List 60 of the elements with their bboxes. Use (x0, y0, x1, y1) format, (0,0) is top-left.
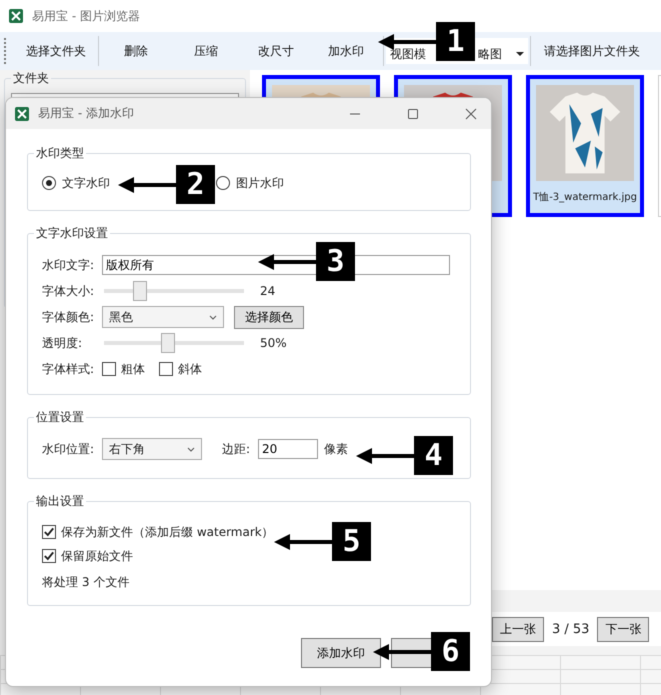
thumbnail-card[interactable]: T恤-3_watermark.jpg (526, 75, 644, 217)
add-watermark-button[interactable]: 添加水印 (301, 638, 381, 668)
choose-color-button[interactable]: 选择颜色 (234, 306, 304, 328)
field-label: 字体大小: (42, 282, 96, 300)
dialog-title: 易用宝 - 添加水印 (38, 105, 134, 122)
field-label: 字体颜色: (42, 308, 96, 326)
callout-number: 4 (414, 436, 453, 475)
radio-option[interactable]: 图片水印 (216, 174, 284, 192)
radio-option[interactable]: 文字水印 (42, 174, 110, 192)
field-label: 字体样式: (42, 360, 96, 378)
toolbar-button[interactable]: 压缩 (171, 36, 241, 66)
field-label: 透明度: (42, 334, 84, 352)
position-dropdown[interactable]: 右下角 (102, 438, 202, 460)
slider-thumb[interactable] (161, 333, 175, 353)
callout-number: 3 (316, 242, 355, 281)
unit-label: 像素 (324, 440, 348, 458)
field-label: 边距: (222, 440, 250, 458)
arrow (356, 446, 414, 466)
toolbar-button[interactable]: 加水印 (311, 36, 381, 66)
spreadsheet-icon (14, 106, 30, 122)
callout-number: 6 (431, 632, 470, 671)
checkmark-icon (43, 550, 55, 562)
field-label: 水印文字: (42, 256, 96, 274)
group-title: 水印类型 (34, 145, 86, 161)
group-title: 文字水印设置 (34, 225, 110, 241)
checkmark-icon (43, 526, 55, 538)
checkbox-option[interactable]: 粗体 (102, 360, 145, 378)
checkbox-option[interactable]: 斜体 (159, 360, 202, 378)
slider-thumb[interactable] (133, 281, 147, 301)
next-button[interactable]: 下一张 (597, 616, 650, 642)
arrow (258, 252, 316, 272)
toolbar-button[interactable]: 选择文件夹 (16, 36, 96, 66)
arrow (373, 642, 431, 662)
window-title: 易用宝 - 图片浏览器 (32, 8, 140, 24)
margin-field[interactable]: 20 (258, 439, 318, 459)
maximize-icon[interactable] (407, 108, 419, 120)
callout-number: 5 (332, 522, 371, 561)
color-dropdown[interactable]: 黑色 (102, 306, 224, 328)
callout-number: 1 (436, 22, 475, 61)
previous-button[interactable]: 上一张 (492, 616, 544, 642)
arrow (274, 532, 332, 552)
callout-number: 2 (176, 165, 215, 204)
chevron-down-icon (209, 314, 217, 320)
slider-value: 50% (260, 336, 287, 350)
toolbar-button[interactable]: 删除 (101, 36, 171, 66)
spreadsheet-icon (8, 8, 24, 24)
group-title: 输出设置 (34, 493, 86, 509)
file-name: T恤-3_watermark.jpg (533, 190, 637, 204)
panel-title: 文件夹 (11, 70, 51, 86)
arrow (118, 174, 176, 194)
chevron-down-icon (187, 446, 195, 452)
toolbar-button[interactable]: 改尺寸 (241, 36, 311, 66)
file-count-text: 将处理 3 个文件 (42, 574, 130, 591)
folder-hint-button[interactable]: 请选择图片文件夹 (533, 36, 651, 66)
close-icon[interactable] (465, 108, 477, 120)
group-title: 位置设置 (34, 409, 86, 425)
slider-value: 24 (260, 284, 276, 298)
dropdown-arrow-icon (516, 52, 524, 56)
page-counter: 3 / 53 (552, 622, 590, 636)
field-label: 水印位置: (42, 440, 96, 458)
